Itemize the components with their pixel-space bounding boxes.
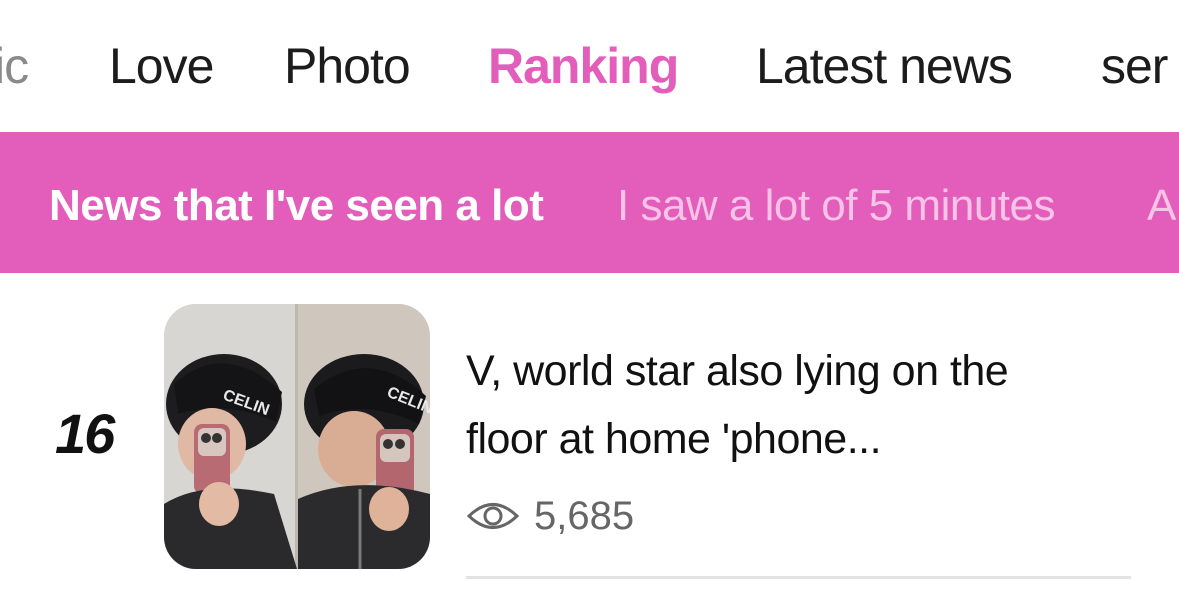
tab-photo[interactable]: Photo xyxy=(284,36,411,96)
rank-number: 16 xyxy=(55,402,115,465)
article-title-line-1: V, world star also lying on the xyxy=(466,347,1009,395)
tab-music[interactable]: ic xyxy=(0,36,29,96)
tab-love[interactable]: Love xyxy=(109,36,214,96)
thumbnail-image: CELIN CELIN xyxy=(164,304,430,569)
view-count-value: 5,685 xyxy=(534,493,635,538)
top-tab-bar: ic Love Photo Ranking Latest news ser xyxy=(0,0,1179,132)
ranking-list-item[interactable]: 16 CELIN CELIN V, world star also lying … xyxy=(0,273,1179,601)
view-count: 5,685 xyxy=(466,488,634,544)
tab-latest-news[interactable]: Latest news xyxy=(756,36,1013,96)
tab-ranking[interactable]: Ranking xyxy=(488,36,679,96)
eye-icon xyxy=(466,503,520,529)
subtab-next[interactable]: A xyxy=(1147,180,1176,232)
row-divider xyxy=(466,576,1131,579)
ranking-sub-tab-bar: News that I've seen a lot I saw a lot of… xyxy=(0,132,1179,273)
article-title[interactable]: V, world star also lying on the floor at… xyxy=(466,337,1106,473)
subtab-most-viewed[interactable]: News that I've seen a lot xyxy=(49,180,544,232)
article-title-line-2: floor at home 'phone... xyxy=(466,415,882,463)
tab-series[interactable]: ser xyxy=(1101,36,1168,96)
article-thumbnail[interactable]: CELIN CELIN xyxy=(164,304,430,569)
subtab-five-minutes[interactable]: I saw a lot of 5 minutes xyxy=(617,180,1056,232)
